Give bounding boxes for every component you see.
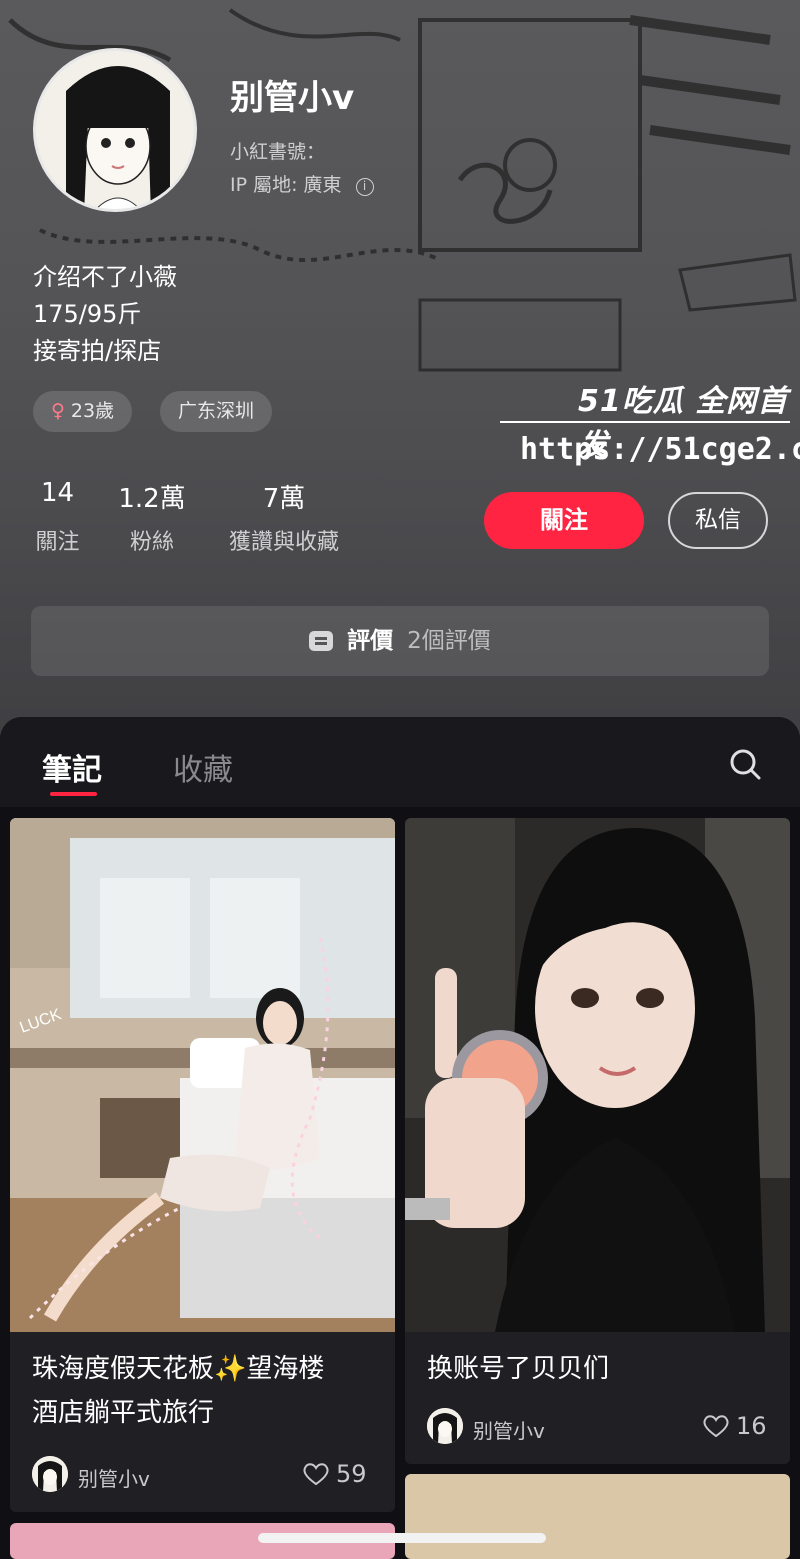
- post-title-line-1: 珠海度假天花板✨望海楼: [32, 1354, 325, 1384]
- post-card-partial[interactable]: [405, 1474, 790, 1559]
- profile-name: 别管小v: [230, 78, 355, 118]
- watermark-url: https://51cge2.com: [520, 432, 800, 467]
- post-author[interactable]: 别管小v: [78, 1463, 150, 1492]
- heart-icon: [703, 1415, 729, 1438]
- avatar-illustration: [36, 51, 194, 209]
- following-label[interactable]: 關注: [30, 524, 85, 556]
- content-panel: 筆記 收藏 LUCK 珠海度假天花板✨望海楼 酒店躺平式旅行 别管小v 59 换…: [0, 717, 800, 1559]
- followers-count[interactable]: 1.2萬: [108, 478, 196, 515]
- age-tag-text: 23歲: [70, 400, 115, 422]
- post-likes[interactable]: 59: [302, 1460, 367, 1488]
- profile-header: 别管小v 小紅書號： IP 屬地: 廣東 i 介绍不了小薇 175/95斤 接寄拍…: [0, 0, 800, 740]
- ip-location-text: IP 屬地: 廣東: [230, 174, 342, 196]
- search-icon[interactable]: [728, 747, 762, 781]
- post-card[interactable]: 换账号了贝贝们 别管小v 16: [405, 818, 790, 1464]
- tab-bar: 筆記 收藏: [0, 717, 800, 807]
- post-thumbnail: LUCK: [10, 818, 395, 1332]
- active-tab-indicator: [50, 792, 97, 796]
- post-title-line-2: 酒店躺平式旅行: [32, 1398, 215, 1428]
- followers-label[interactable]: 粉絲: [108, 524, 196, 556]
- like-count: 16: [736, 1412, 767, 1440]
- home-indicator[interactable]: [258, 1533, 546, 1543]
- likes-count[interactable]: 7萬: [220, 478, 348, 515]
- bio-line-1: 介绍不了小薇: [33, 263, 177, 291]
- post-thumbnail: [405, 818, 790, 1332]
- like-count: 59: [336, 1460, 367, 1488]
- female-icon: ♀: [51, 400, 65, 422]
- reviews-bar[interactable]: 評價 2個評價: [31, 606, 769, 676]
- ip-location: IP 屬地: 廣東 i: [230, 170, 374, 197]
- author-avatar[interactable]: [427, 1408, 463, 1444]
- author-avatar[interactable]: [32, 1456, 68, 1492]
- age-tag: ♀ 23歲: [33, 391, 133, 432]
- likes-label[interactable]: 獲讚與收藏: [220, 524, 348, 556]
- heart-icon: [303, 1463, 329, 1486]
- post-title: 换账号了贝贝们: [427, 1354, 610, 1384]
- info-icon[interactable]: i: [355, 178, 374, 196]
- reviews-title: 評價: [347, 628, 394, 654]
- bio-line-3: 接寄拍/探店: [33, 337, 162, 365]
- message-button[interactable]: 私信: [668, 492, 768, 549]
- tab-favorites[interactable]: 收藏: [173, 745, 233, 789]
- comment-icon: [309, 631, 334, 651]
- red-id: 小紅書號：: [230, 141, 326, 163]
- post-author[interactable]: 别管小v: [473, 1415, 545, 1444]
- post-likes[interactable]: 16: [702, 1412, 767, 1440]
- reviews-count: 2個評價: [407, 628, 491, 654]
- follow-button[interactable]: 關注: [484, 492, 644, 549]
- tab-notes[interactable]: 筆記: [42, 745, 102, 789]
- location-tag: 广东深圳: [160, 391, 273, 432]
- following-count[interactable]: 14: [30, 478, 85, 508]
- watermark-divider: [500, 421, 790, 423]
- profile-avatar[interactable]: [33, 48, 197, 212]
- post-card[interactable]: LUCK 珠海度假天花板✨望海楼 酒店躺平式旅行 别管小v 59: [10, 818, 395, 1512]
- bio-line-2: 175/95斤: [33, 300, 142, 328]
